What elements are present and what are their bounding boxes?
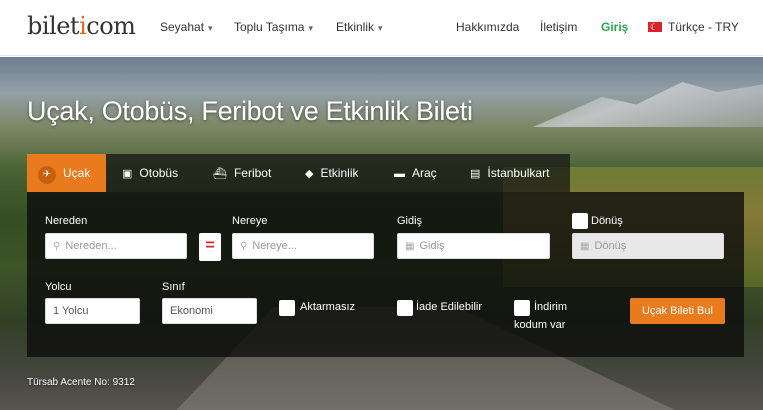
tab-event[interactable]: ◆ Etkinlik [305, 154, 358, 192]
discount-code-checkbox[interactable] [514, 300, 530, 316]
passenger-label: Yolcu [45, 281, 72, 293]
car-icon: ▬ [394, 168, 405, 180]
return-label: Dönüş [591, 215, 623, 227]
class-label: Sınıf [162, 281, 185, 293]
from-label: Nereden [45, 215, 88, 227]
nav-login[interactable]: Giriş [601, 19, 628, 35]
tab-car[interactable]: ▬ Araç [394, 154, 437, 192]
hero-title: Uçak, Otobüs, Feribot ve Etkinlik Bileti [27, 96, 473, 126]
plane-icon: ✈ [38, 166, 56, 184]
swap-icon: = [205, 237, 215, 254]
booking-tabs: ✈ Uçak ▣ Otobüs ⛴ Feribot ◆ Etkinlik ▬ Araç ▤… [27, 154, 570, 192]
hero-section: Uçak, Otobüs, Feribot ve Etkinlik Bileti… [0, 57, 763, 410]
to-input[interactable]: ⚲ Nereye... [232, 233, 374, 259]
calendar-icon: ▦ [405, 241, 415, 252]
nav-travel[interactable]: Seyahat ▾ [160, 19, 213, 36]
nav-events[interactable]: Etkinlik ▾ [336, 19, 383, 36]
agency-number: Türsab Acente No: 9312 [27, 377, 135, 388]
tab-bus[interactable]: ▣ Otobüs [122, 154, 178, 192]
passenger-select[interactable]: 1 Yolcu [45, 298, 140, 324]
location-pin-icon: ⚲ [53, 241, 61, 252]
swap-button[interactable]: = [199, 233, 221, 261]
chevron-down-icon: ▾ [378, 23, 383, 33]
site-logo[interactable]: bileticom [27, 12, 136, 40]
card-icon: ▤ [470, 168, 481, 180]
nav-about[interactable]: Hakkımızda [456, 19, 519, 35]
to-label: Nereye [232, 215, 268, 227]
tab-flight[interactable]: ✈ Uçak [27, 154, 106, 192]
turkey-flag-icon [648, 19, 662, 35]
nonstop-label: Aktarmasız [300, 301, 356, 313]
nonstop-checkbox[interactable] [279, 300, 295, 316]
chevron-down-icon: ▾ [208, 23, 213, 33]
bus-icon: ▣ [122, 168, 133, 180]
class-select[interactable]: Ekonomi [162, 298, 257, 324]
ticket-icon: ◆ [305, 168, 314, 180]
search-flight-button[interactable]: Uçak Bileti Bul [630, 298, 725, 324]
location-pin-icon: ⚲ [240, 241, 248, 252]
calendar-icon: ▦ [580, 241, 590, 252]
tab-istanbulkart[interactable]: ▤ İstanbulkart [470, 154, 549, 192]
tab-ferry[interactable]: ⛴ Feribot [213, 154, 271, 192]
discount-code-label-2: kodum var [514, 319, 566, 331]
depart-label: Gidiş [397, 215, 423, 227]
site-header: bileticom Seyahat ▾ Toplu Taşıma ▾ Etkinli… [0, 0, 763, 56]
chevron-down-icon: ▾ [308, 23, 314, 33]
nav-transit[interactable]: Toplu Taşıma ▾ [234, 19, 313, 36]
depart-date-input[interactable]: ▦ Gidiş [397, 233, 550, 259]
discount-code-label: İndirim [534, 301, 568, 313]
locale-selector[interactable]: Türkçe - TRY [648, 19, 739, 35]
return-checkbox[interactable] [572, 213, 588, 229]
nav-contact[interactable]: İletişim [540, 19, 577, 35]
ferry-icon: ⛴ [213, 168, 227, 180]
search-form: Nereden ⚲ Nereden... = Nereye ⚲ Nereye... … [27, 192, 744, 357]
from-input[interactable]: ⚲ Nereden... [45, 233, 187, 259]
refundable-checkbox[interactable] [397, 300, 413, 316]
return-date-input[interactable]: ▦ Dönüş [572, 233, 724, 259]
refundable-label: İade Edilebilir [416, 301, 483, 313]
